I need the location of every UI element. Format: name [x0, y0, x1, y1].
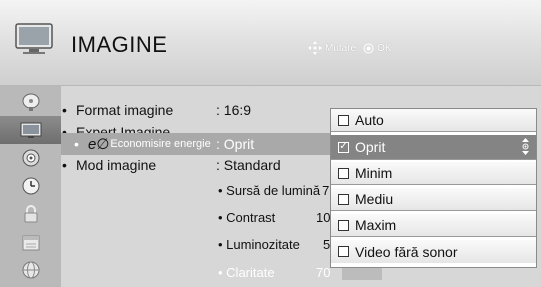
- option-label: Auto: [355, 112, 384, 128]
- checkbox: [338, 246, 349, 257]
- energy-saving-dropdown: Auto ✓ Oprit Minim Mediu Maxim Video făr…: [330, 108, 537, 268]
- setting-backlight[interactable]: • Sursă de lumină 7: [218, 183, 329, 198]
- sidebar-item-time[interactable]: [0, 172, 61, 200]
- setting-label: • Claritate: [218, 265, 275, 280]
- setting-label: Mod imagine: [76, 157, 157, 173]
- sidebar-item-audio[interactable]: [0, 144, 61, 172]
- move-arrows-icon: [308, 41, 322, 55]
- setting-value: 10: [316, 210, 331, 225]
- option-video-mute[interactable]: Video fără sonor: [331, 240, 536, 263]
- sidebar-item-picture[interactable]: [0, 116, 61, 144]
- clock-icon: [22, 177, 39, 195]
- setting-value: : Standard: [216, 157, 281, 173]
- setting-label: • Contrast: [218, 210, 276, 225]
- energy-saving-logo: e∅: [88, 136, 110, 153]
- ok-hint-label: OK: [377, 42, 392, 54]
- move-hint-label: Mutare: [325, 42, 357, 54]
- globe-icon: [22, 261, 39, 279]
- setting-value: 70: [316, 265, 331, 280]
- checkbox: [338, 114, 349, 126]
- setting-value: : 16:9: [216, 102, 252, 118]
- setting-label: • Luminozitate: [218, 237, 300, 252]
- setting-format[interactable]: • Format imagine : 16:9: [62, 99, 362, 121]
- sharpness-slider[interactable]: [342, 268, 382, 280]
- setting-energy-saving[interactable]: • e∅ Economisire energie : Oprit: [61, 133, 337, 155]
- satellite-dish-icon: [22, 93, 39, 111]
- setting-sharpness[interactable]: • Claritate 70: [218, 265, 330, 280]
- option-label: Minim: [355, 165, 393, 181]
- sidebar-item-options[interactable]: [0, 228, 61, 256]
- option-auto[interactable]: Auto: [331, 109, 536, 132]
- option-maximum[interactable]: Maxim: [331, 214, 536, 237]
- option-label: Video fără sonor: [355, 243, 458, 260]
- setting-label: • Sursă de lumină: [218, 183, 321, 198]
- navigation-hint: Mutare OK: [308, 41, 392, 55]
- option-minimum[interactable]: Minim: [331, 162, 536, 185]
- tv-screen-icon: [20, 122, 41, 138]
- checkbox: [338, 167, 349, 179]
- sidebar-item-lock[interactable]: [0, 200, 61, 228]
- calendar-icon: [22, 235, 39, 251]
- setting-brightness[interactable]: • Luminozitate 5: [218, 237, 330, 252]
- sidebar-item-channels[interactable]: [0, 88, 61, 116]
- scroll-updown-icon: [522, 138, 529, 155]
- option-label: Mediu: [355, 191, 394, 207]
- setting-picture-mode[interactable]: • Mod imagine : Standard: [62, 154, 362, 176]
- setting-value: : Oprit: [216, 136, 255, 152]
- setting-value: 7: [322, 183, 330, 198]
- tv-screen-icon: [15, 23, 53, 54]
- setting-label: Economisire energie: [110, 138, 211, 150]
- checkbox: [338, 193, 349, 205]
- setting-contrast[interactable]: • Contrast 10: [218, 210, 330, 225]
- sidebar-item-network[interactable]: [0, 256, 61, 284]
- option-medium[interactable]: Mediu: [331, 188, 536, 211]
- menu-header: IMAGINE Mutare OK: [0, 0, 541, 86]
- sidebar: [0, 86, 61, 287]
- setting-label: Format imagine: [76, 102, 174, 118]
- page-title: IMAGINE: [71, 32, 168, 57]
- speaker-icon: [22, 149, 39, 167]
- option-off[interactable]: ✓ Oprit: [331, 135, 536, 160]
- option-label: Oprit: [355, 139, 386, 155]
- checkbox: [338, 219, 349, 231]
- lock-icon: [24, 205, 37, 223]
- checkbox-checked: ✓: [338, 141, 349, 153]
- ok-button-icon: [363, 43, 374, 53]
- option-label: Maxim: [355, 217, 397, 233]
